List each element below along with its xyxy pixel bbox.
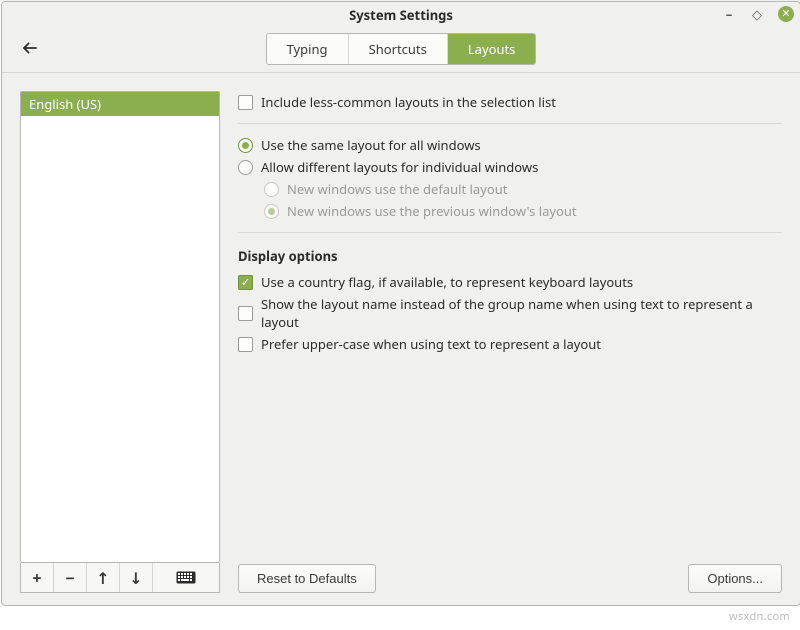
arrow-left-icon <box>21 39 39 57</box>
options-button[interactable]: Options... <box>688 564 782 593</box>
checkbox-show-layout-name[interactable] <box>238 306 253 321</box>
add-layout-button[interactable]: + <box>21 563 54 592</box>
label-different-per-window: Allow different layouts for individual w… <box>261 158 538 176</box>
checkbox-use-flag[interactable]: ✓ <box>238 275 253 290</box>
label-prefer-uppercase: Prefer upper-case when using text to rep… <box>261 335 601 353</box>
minus-icon: − <box>65 567 74 589</box>
layout-list-toolbar: + − ↑ ↓ <box>20 563 220 593</box>
layout-list[interactable]: English (US) <box>20 91 220 563</box>
checkbox-include-less-common[interactable] <box>238 95 253 110</box>
arrow-down-icon: ↓ <box>129 567 142 589</box>
footer: Reset to Defaults Options... <box>238 554 782 593</box>
move-down-button[interactable]: ↓ <box>120 563 153 592</box>
titlebar: System Settings – ◇ ✕ <box>2 2 800 28</box>
radio-new-default <box>264 182 279 197</box>
separator-1 <box>238 123 782 124</box>
label-same-layout-all: Use the same layout for all windows <box>261 136 481 154</box>
close-button[interactable]: ✕ <box>778 6 794 22</box>
remove-layout-button[interactable]: − <box>54 563 87 592</box>
radio-same-layout-all[interactable] <box>238 138 253 153</box>
header-bar: Typing Shortcuts Layouts <box>2 28 800 70</box>
tab-shortcuts[interactable]: Shortcuts <box>349 34 448 64</box>
keyboard-icon <box>176 571 196 584</box>
tabs: Typing Shortcuts Layouts <box>266 33 537 65</box>
separator-2 <box>238 232 782 233</box>
checkbox-prefer-uppercase[interactable] <box>238 337 253 352</box>
tab-layouts[interactable]: Layouts <box>448 34 536 64</box>
settings-window: System Settings – ◇ ✕ Typing Shortcuts L… <box>1 1 800 606</box>
display-options-title: Display options <box>238 247 782 265</box>
label-new-default: New windows use the default layout <box>287 180 507 198</box>
plus-icon: + <box>32 567 41 589</box>
reset-defaults-button[interactable]: Reset to Defaults <box>238 564 376 593</box>
watermark: wsxdn.com <box>729 609 790 624</box>
arrow-up-icon: ↑ <box>96 567 109 589</box>
move-up-button[interactable]: ↑ <box>87 563 120 592</box>
layout-item-english-us[interactable]: English (US) <box>21 92 219 116</box>
label-use-flag: Use a country flag, if available, to rep… <box>261 273 633 291</box>
radio-different-per-window[interactable] <box>238 160 253 175</box>
maximize-button[interactable]: ◇ <box>750 7 764 21</box>
show-keyboard-button[interactable] <box>153 563 219 592</box>
minimize-button[interactable]: – <box>722 7 736 21</box>
back-button[interactable] <box>18 36 42 60</box>
radio-new-previous <box>264 204 279 219</box>
label-show-layout-name: Show the layout name instead of the grou… <box>261 295 782 331</box>
label-include-less-common: Include less-common layouts in the selec… <box>261 93 556 111</box>
label-new-previous: New windows use the previous window's la… <box>287 202 577 220</box>
tab-typing[interactable]: Typing <box>267 34 349 64</box>
window-title: System Settings <box>349 6 453 24</box>
